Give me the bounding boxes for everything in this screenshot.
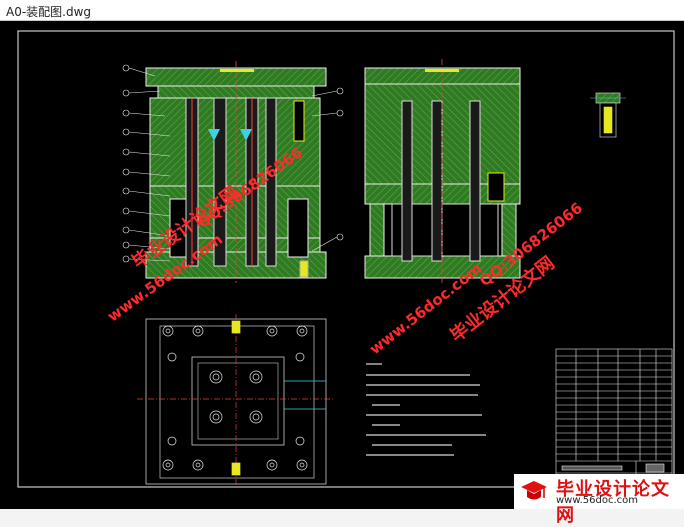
right-section-view bbox=[364, 59, 521, 283]
plan-view bbox=[137, 314, 335, 487]
logo-url: www.56doc.com bbox=[556, 495, 639, 506]
window-titlebar: A0-装配图.dwg bbox=[0, 0, 684, 21]
mortarboard-icon bbox=[521, 481, 547, 500]
cad-drawing bbox=[17, 30, 675, 488]
site-logo: 毕业设计论文网 www.56doc.com bbox=[514, 474, 684, 526]
detail-view bbox=[590, 92, 626, 138]
drawing-border bbox=[17, 30, 675, 488]
window-title: A0-装配图.dwg bbox=[6, 5, 92, 19]
drawing-canvas[interactable]: 毕业设计论文网 QQ:306826066 www.56doc.com www.5… bbox=[0, 21, 684, 509]
title-block bbox=[555, 348, 673, 486]
tech-notes bbox=[366, 363, 486, 456]
